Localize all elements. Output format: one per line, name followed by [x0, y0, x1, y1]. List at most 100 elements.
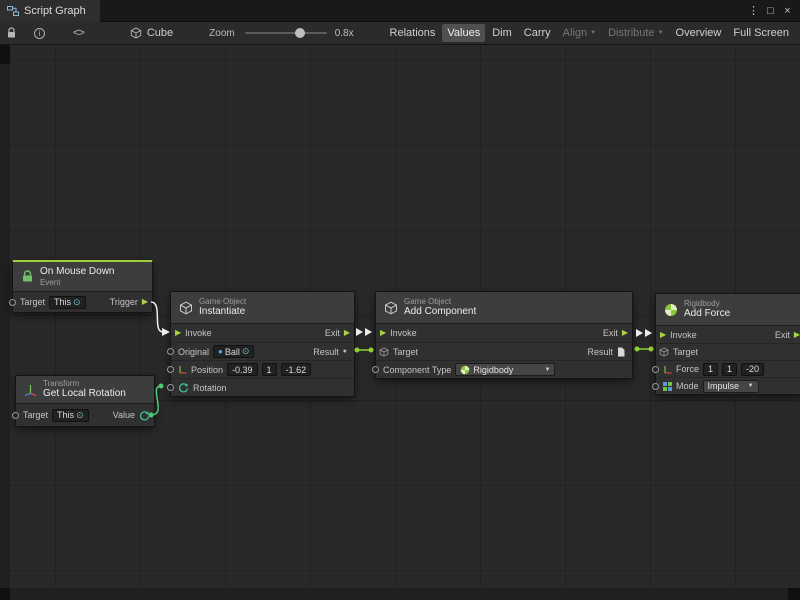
node-add-force[interactable]: Rigidbody Add Force ▶ Invoke Exit ▶ Targ…	[655, 293, 800, 395]
port-row: Rotation	[171, 378, 354, 396]
target-value-chip[interactable]: This ⊙	[52, 409, 89, 422]
zoom-slider-track[interactable]	[245, 32, 327, 34]
node-header[interactable]: Game Object Add Component	[376, 292, 632, 324]
original-label: Original	[178, 347, 209, 357]
target-input-port[interactable]	[12, 412, 19, 419]
exit-label: Exit	[603, 328, 618, 338]
tab-script-graph[interactable]: Script Graph	[0, 0, 100, 22]
force-x-field[interactable]: 1	[703, 363, 718, 376]
force-z-field[interactable]: -20	[741, 363, 764, 376]
component-result-icon[interactable]	[617, 347, 625, 357]
node-category: Rigidbody	[684, 299, 730, 309]
port-row: Target This ⊙ Value	[16, 404, 154, 426]
wire-endpoint	[635, 347, 640, 352]
rotation-input-port[interactable]	[167, 384, 174, 391]
node-on-mouse-down[interactable]: On Mouse Down Event Target This ⊙ Trigge…	[12, 260, 153, 313]
component-type-dropdown[interactable]: Rigidbody ▼	[455, 363, 555, 376]
maximize-icon[interactable]: □	[762, 0, 779, 22]
exit-label: Exit	[325, 328, 340, 338]
component-type-input-port[interactable]	[372, 366, 379, 373]
port-row: ▶ Invoke Exit ▶	[656, 326, 800, 343]
fullscreen-button[interactable]: Full Screen	[728, 24, 794, 42]
force-label: Force	[676, 364, 699, 374]
node-header[interactable]: Transform Get Local Rotation	[16, 376, 154, 404]
info-icon[interactable]: i	[34, 28, 45, 39]
mode-dropdown[interactable]: Impulse ▼	[703, 380, 759, 393]
graph-toolbar: i <> Cube Zoom 0.8x Relations Values Dim…	[0, 22, 800, 45]
invoke-label: Invoke	[390, 328, 417, 338]
target-value: This	[54, 297, 71, 307]
position-input-port[interactable]	[167, 366, 174, 373]
trigger-label: Trigger	[110, 297, 138, 307]
node-instantiate[interactable]: Game Object Instantiate ▶ Invoke Exit ▶ …	[170, 291, 355, 397]
relations-button[interactable]: Relations	[385, 24, 441, 42]
game-object-port-icon[interactable]	[659, 347, 669, 357]
node-header[interactable]: Game Object Instantiate	[171, 292, 354, 324]
mode-label: Mode	[676, 381, 699, 391]
node-title: Add Component	[404, 306, 476, 318]
titlebar: Script Graph ⋮ □ ×	[0, 0, 800, 22]
close-icon[interactable]: ×	[779, 0, 796, 22]
distribute-label: Distribute	[608, 27, 654, 39]
exit-port-icon[interactable]: ▶	[794, 331, 800, 339]
zoom-label: Zoom	[209, 28, 235, 39]
force-input-port[interactable]	[652, 366, 659, 373]
self-target-icon: ⊙	[76, 411, 84, 420]
position-z-field[interactable]: -1.62	[281, 363, 312, 376]
lock-icon[interactable]	[6, 27, 17, 39]
node-category: Transform	[43, 379, 126, 389]
node-header[interactable]: On Mouse Down Event	[13, 262, 152, 292]
values-button[interactable]: Values	[442, 24, 485, 42]
script-graph-icon	[7, 5, 19, 17]
port-row: Component Type Rigidbody ▼	[376, 360, 632, 378]
node-header[interactable]: Rigidbody Add Force	[656, 294, 800, 326]
menu-kebab-icon[interactable]: ⋮	[745, 0, 762, 22]
trigger-port-icon[interactable]: ▶	[142, 298, 148, 306]
game-object-icon	[384, 301, 398, 315]
game-object-port-icon[interactable]	[379, 347, 389, 357]
carry-button[interactable]: Carry	[519, 24, 556, 42]
target-value: This	[57, 410, 74, 420]
component-type-label: Component Type	[383, 365, 451, 375]
graph-canvas[interactable]: On Mouse Down Event Target This ⊙ Trigge…	[0, 45, 800, 600]
overview-button[interactable]: Overview	[671, 24, 727, 42]
position-y-field[interactable]: 1	[262, 363, 277, 376]
distribute-button[interactable]: Distribute ▼	[603, 24, 668, 42]
rotation-icon	[178, 382, 189, 393]
align-button[interactable]: Align ▼	[558, 24, 601, 42]
exit-port-icon[interactable]: ▶	[344, 329, 350, 337]
target-label: Target	[20, 297, 45, 307]
zoom-slider-handle[interactable]	[295, 28, 305, 38]
invoke-port-icon[interactable]: ▶	[380, 329, 386, 337]
mode-value: Impulse	[708, 381, 740, 391]
node-category: Game Object	[199, 297, 246, 307]
target-value-chip[interactable]: This ⊙	[49, 296, 86, 309]
rotation-value-port-icon[interactable]	[139, 410, 150, 421]
exit-port-icon[interactable]: ▶	[622, 329, 628, 337]
original-input-port[interactable]	[167, 348, 174, 355]
result-label: Result	[587, 347, 613, 357]
port-row: Original ● Ball ⊙ Result ●	[171, 342, 354, 360]
wire-arrowhead	[365, 328, 372, 336]
mode-input-port[interactable]	[652, 383, 659, 390]
canvas-corner	[0, 588, 10, 600]
invoke-port-icon[interactable]: ▶	[660, 331, 666, 339]
node-title: Instantiate	[199, 306, 246, 318]
zoom-slider[interactable]	[245, 27, 327, 39]
node-add-component[interactable]: Game Object Add Component ▶ Invoke Exit …	[375, 291, 633, 379]
graph-target[interactable]: Cube	[130, 27, 173, 39]
axes-icon	[178, 365, 187, 374]
wire-endpoint	[159, 384, 164, 389]
result-label: Result	[313, 347, 339, 357]
force-y-field[interactable]: 1	[722, 363, 737, 376]
node-get-local-rotation[interactable]: Transform Get Local Rotation Target This…	[15, 375, 155, 427]
dim-button[interactable]: Dim	[487, 24, 517, 42]
target-input-port[interactable]	[9, 299, 16, 306]
node-title: Add Force	[684, 308, 730, 320]
invoke-port-icon[interactable]: ▶	[175, 329, 181, 337]
object-picker-icon[interactable]: ⊙	[242, 347, 250, 356]
edit-code-icon[interactable]: <>	[73, 27, 84, 39]
original-value-chip[interactable]: ● Ball ⊙	[213, 345, 254, 358]
result-port-icon[interactable]: ●	[343, 348, 347, 355]
position-x-field[interactable]: -0.39	[227, 363, 258, 376]
